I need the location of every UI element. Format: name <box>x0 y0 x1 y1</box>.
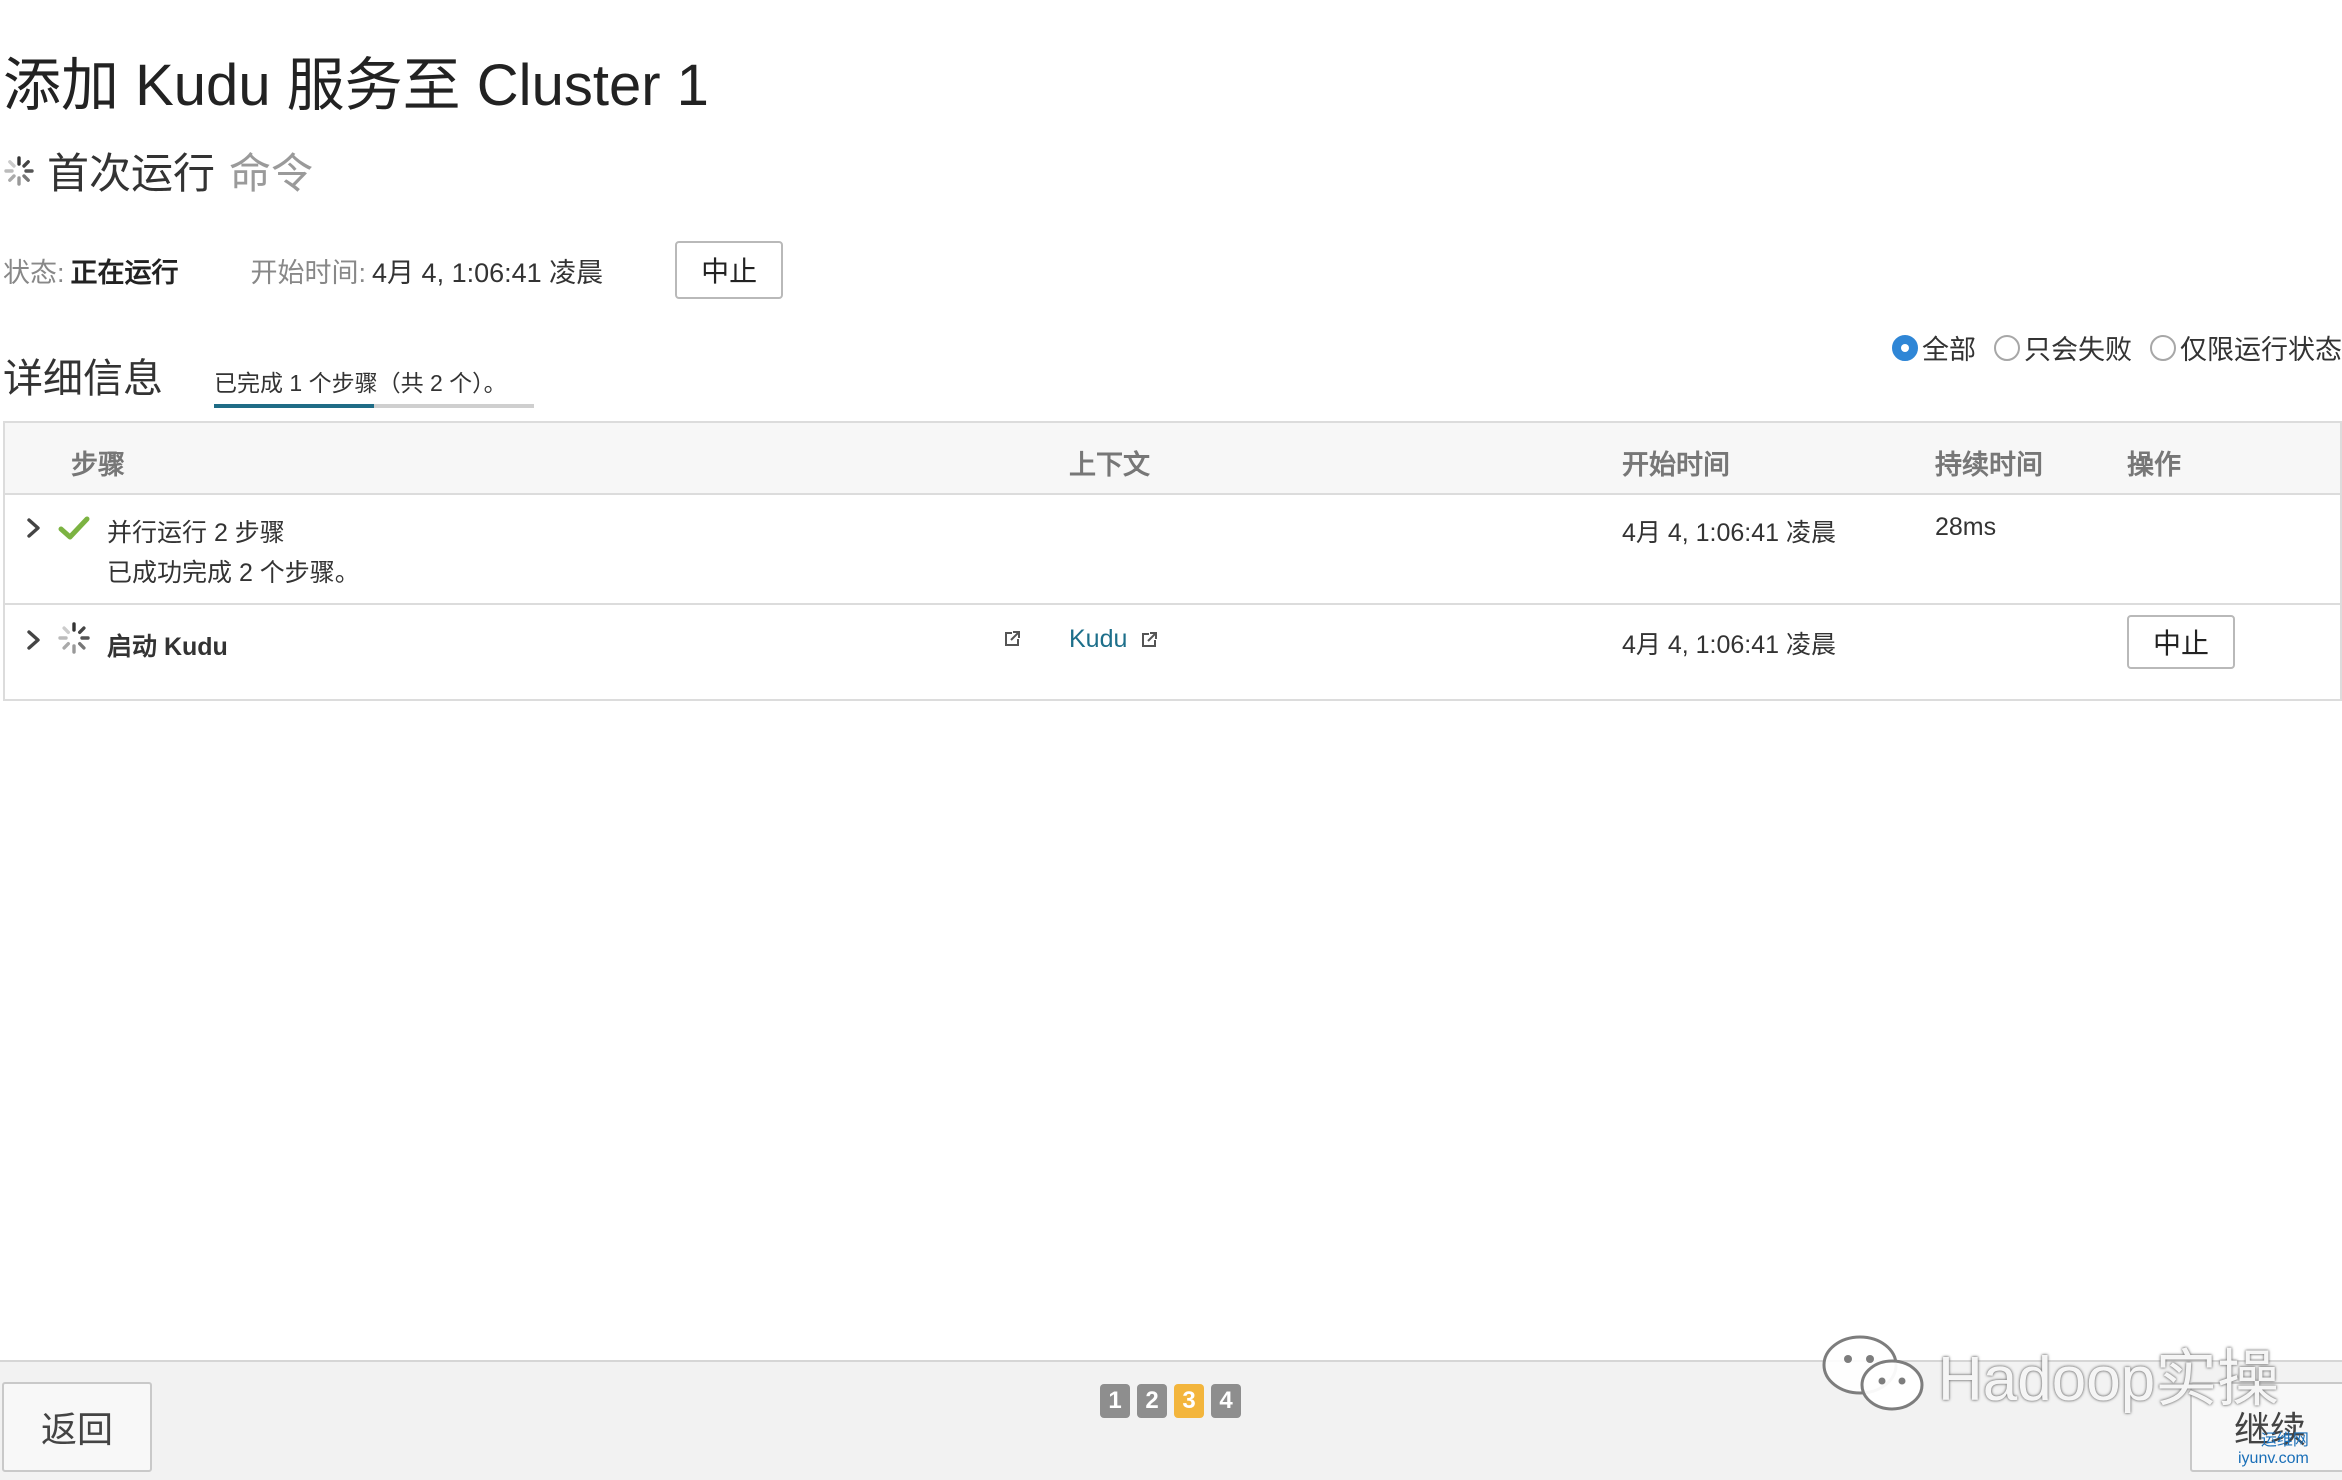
column-context: 上下文 <box>1069 450 1150 480</box>
filter-failed-only[interactable]: 只会失败 <box>1994 328 2132 367</box>
status-value: 正在运行 <box>70 257 179 288</box>
command-name: 首次运行 <box>47 150 216 197</box>
radio-all[interactable] <box>1892 334 1918 361</box>
abort-step-button[interactable]: 中止 <box>2127 615 2235 669</box>
step-title: 并行运行 2 步骤 <box>107 519 285 547</box>
chevron-right-icon[interactable] <box>25 629 43 651</box>
step-progress: 已完成 1 个步骤（共 2 个）。 <box>214 364 534 408</box>
page-2[interactable]: 2 <box>1137 1384 1167 1418</box>
steps-table: 步骤 上下文 开始时间 持续时间 操作 并行运行 2 步骤 已成功完成 2 个步… <box>3 421 2342 701</box>
page-title: 添加 Kudu 服务至 Cluster 1 <box>3 53 709 118</box>
filter-all-label: 全部 <box>1922 335 1976 365</box>
step-duration: 28ms <box>1935 513 1997 541</box>
filter-failed-only-label: 只会失败 <box>2024 335 2132 365</box>
external-link-icon[interactable] <box>1003 630 1021 648</box>
column-start-time: 开始时间 <box>1622 450 1730 480</box>
context-link[interactable]: Kudu <box>1069 625 1158 654</box>
command-header: 首次运行 命令 <box>3 140 313 201</box>
command-suffix: 命令 <box>229 150 314 197</box>
column-step: 步骤 <box>71 450 125 480</box>
progress-bar <box>214 404 534 408</box>
radio-failed-only[interactable] <box>1994 334 2020 361</box>
step-filter: 全部 只会失败 仅限运行状态 <box>1874 328 2342 367</box>
page-3[interactable]: 3 <box>1174 1384 1204 1418</box>
spinner-icon <box>4 155 34 186</box>
filter-running-only[interactable]: 仅限运行状态 <box>2150 328 2342 367</box>
continue-button[interactable]: 继续 <box>2190 1382 2342 1472</box>
abort-command-button[interactable]: 中止 <box>675 241 784 299</box>
filter-all[interactable]: 全部 <box>1892 328 1976 367</box>
status-label: 状态: <box>3 257 65 288</box>
details-title: 详细信息 <box>3 357 163 401</box>
context-link-label[interactable]: Kudu <box>1069 625 1127 653</box>
column-duration: 持续时间 <box>1935 450 2043 480</box>
wizard-pager: 1 2 3 4 <box>1100 1384 1248 1418</box>
page: 添加 Kudu 服务至 Cluster 1 首次运行 命令 状态: 正在运行 开… <box>0 0 2342 1480</box>
check-icon <box>58 516 90 540</box>
spinner-icon <box>58 622 90 654</box>
step-start-time: 4月 4, 1:06:41 凌晨 <box>1622 519 1837 547</box>
progress-text: 已完成 1 个步骤（共 2 个）。 <box>214 370 507 396</box>
step-start-time: 4月 4, 1:06:41 凌晨 <box>1622 631 1837 659</box>
filter-running-only-label: 仅限运行状态 <box>2180 335 2342 365</box>
status-row: 状态: 正在运行 开始时间: 4月 4, 1:06:41 凌晨 中止 <box>3 240 784 300</box>
page-1[interactable]: 1 <box>1100 1384 1130 1418</box>
step-subtitle: 已成功完成 2 个步骤。 <box>107 559 360 587</box>
start-time-value: 4月 4, 1:06:41 凌晨 <box>372 257 604 288</box>
table-row: 并行运行 2 步骤 已成功完成 2 个步骤。 4月 4, 1:06:41 凌晨 … <box>5 495 2340 605</box>
external-link-icon[interactable] <box>1140 631 1158 649</box>
radio-running-only[interactable] <box>2150 334 2176 361</box>
page-4[interactable]: 4 <box>1211 1384 1241 1418</box>
column-action: 操作 <box>2127 450 2181 480</box>
back-button[interactable]: 返回 <box>2 1382 152 1472</box>
chevron-right-icon[interactable] <box>25 517 43 539</box>
step-title: 启动 Kudu <box>107 633 228 661</box>
table-row: 启动 Kudu Kudu 4月 4, 1:06:41 凌晨 中止 <box>5 605 2340 699</box>
footer: 返回 1 2 3 4 继续 <box>0 1360 2342 1480</box>
start-time-label: 开始时间: <box>250 257 367 288</box>
progress-bar-fill <box>214 404 374 408</box>
table-header: 步骤 上下文 开始时间 持续时间 操作 <box>5 423 2340 495</box>
